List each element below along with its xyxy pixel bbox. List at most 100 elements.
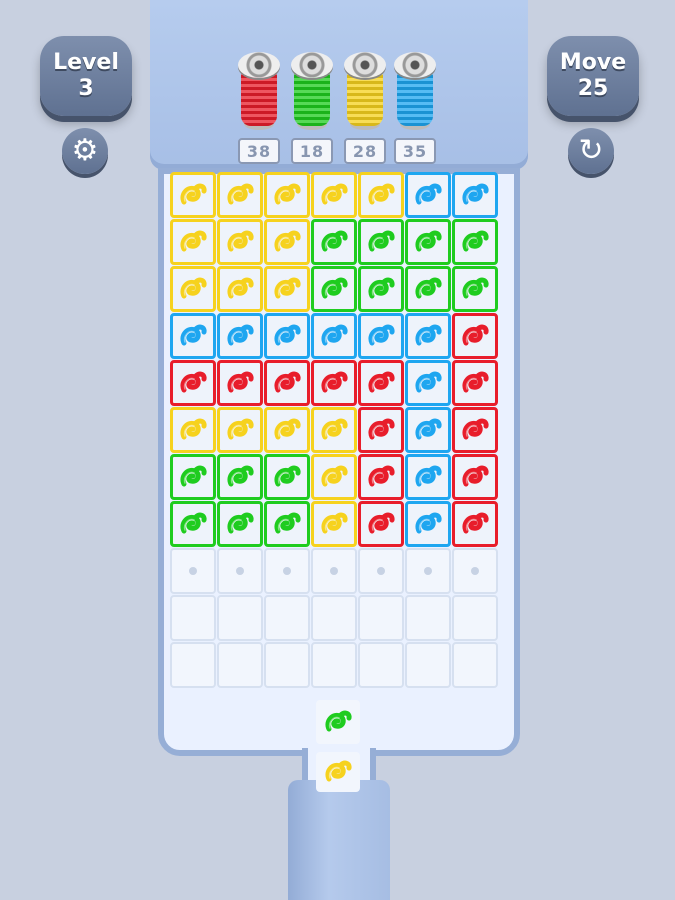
coil-tile-yellow[interactable] (170, 266, 216, 312)
coil-tile-green[interactable] (264, 501, 310, 547)
coil-tile-yellow[interactable] (358, 172, 404, 218)
empty-slot (264, 548, 310, 594)
coil-tile-yellow[interactable] (311, 172, 357, 218)
coil-tile-blue[interactable] (217, 313, 263, 359)
coil-icon (178, 321, 208, 351)
coil-tile-yellow[interactable] (217, 172, 263, 218)
spool-yellow (344, 52, 386, 130)
restart-icon: ↻ (578, 133, 604, 168)
coil-tile-green[interactable] (311, 266, 357, 312)
coil-tile-blue[interactable] (405, 407, 451, 453)
coil-icon (319, 415, 349, 445)
move-value: 25 (577, 76, 609, 101)
coil-tile-yellow[interactable] (217, 219, 263, 265)
coil-tile-yellow[interactable] (170, 172, 216, 218)
empty-slot (170, 548, 216, 594)
coil-tile-green[interactable] (170, 454, 216, 500)
coil-icon (178, 180, 208, 210)
coil-tile-red[interactable] (217, 360, 263, 406)
gear-icon: ⚙ (71, 133, 99, 168)
coil-tile-green[interactable] (264, 454, 310, 500)
coil-icon (225, 274, 255, 304)
move-badge: Move 25 (547, 36, 639, 116)
coil-icon (178, 368, 208, 398)
empty-slot (217, 548, 263, 594)
coil-tile-red[interactable] (264, 360, 310, 406)
coil-icon (413, 462, 443, 492)
coil-tile-blue[interactable] (170, 313, 216, 359)
coil-tile-red[interactable] (358, 360, 404, 406)
coil-tile-blue[interactable] (264, 313, 310, 359)
coil-tile-green[interactable] (452, 266, 498, 312)
coil-tile-green[interactable] (311, 219, 357, 265)
queue-slot-after (316, 752, 360, 792)
coil-icon (413, 321, 443, 351)
coil-icon (413, 180, 443, 210)
spool-green (291, 52, 333, 130)
coil-icon (366, 509, 396, 539)
coil-tile-green[interactable] (170, 501, 216, 547)
coil-icon (319, 509, 349, 539)
coil-icon (225, 368, 255, 398)
coil-tile-blue[interactable] (452, 172, 498, 218)
coil-tile-red[interactable] (311, 360, 357, 406)
queue-slot-next (316, 700, 360, 744)
restart-button[interactable]: ↻ (568, 128, 614, 174)
coil-tile-red[interactable] (358, 454, 404, 500)
coil-tile-green[interactable] (217, 454, 263, 500)
coil-tile-blue[interactable] (405, 360, 451, 406)
coil-tile-red[interactable] (452, 407, 498, 453)
coil-tile-green[interactable] (405, 219, 451, 265)
coil-icon (366, 227, 396, 257)
coil-tile-red[interactable] (452, 501, 498, 547)
coil-tile-green[interactable] (452, 219, 498, 265)
coil-icon (323, 707, 353, 737)
coil-tile-green[interactable] (358, 266, 404, 312)
coil-tile-green[interactable] (358, 219, 404, 265)
coil-icon (323, 757, 353, 787)
coil-tile-yellow[interactable] (264, 407, 310, 453)
empty-slot (170, 595, 216, 641)
empty-slot (452, 595, 498, 641)
coil-tile-yellow[interactable] (264, 172, 310, 218)
coil-icon (178, 462, 208, 492)
coil-icon (460, 321, 490, 351)
empty-slot (170, 642, 216, 688)
settings-button[interactable]: ⚙ (62, 128, 108, 174)
level-label: Level (53, 50, 119, 75)
coil-icon (272, 462, 302, 492)
coil-tile-red[interactable] (170, 360, 216, 406)
coil-tile-yellow[interactable] (311, 407, 357, 453)
coil-icon (225, 227, 255, 257)
coil-grid (170, 172, 498, 688)
coil-tile-blue[interactable] (405, 172, 451, 218)
coil-tile-blue[interactable] (405, 313, 451, 359)
coil-tile-blue[interactable] (358, 313, 404, 359)
coil-icon (272, 227, 302, 257)
spool-red (238, 52, 280, 130)
coil-tile-yellow[interactable] (170, 219, 216, 265)
coil-tile-yellow[interactable] (264, 266, 310, 312)
coil-tile-blue[interactable] (311, 313, 357, 359)
coil-tile-green[interactable] (217, 501, 263, 547)
coil-tile-red[interactable] (452, 313, 498, 359)
coil-tile-red[interactable] (452, 360, 498, 406)
coil-icon (319, 321, 349, 351)
feed-pipe (288, 780, 390, 900)
coil-tile-yellow[interactable] (311, 501, 357, 547)
coil-tile-yellow[interactable] (217, 266, 263, 312)
empty-slot (264, 642, 310, 688)
coil-tile-green[interactable] (405, 266, 451, 312)
coil-tile-blue[interactable] (405, 454, 451, 500)
coil-tile-red[interactable] (452, 454, 498, 500)
coil-tile-blue[interactable] (405, 501, 451, 547)
coil-tile-yellow[interactable] (264, 219, 310, 265)
coil-tile-red[interactable] (358, 407, 404, 453)
coil-tile-yellow[interactable] (170, 407, 216, 453)
coil-tile-yellow[interactable] (217, 407, 263, 453)
coil-tile-yellow[interactable] (311, 454, 357, 500)
empty-slot (264, 595, 310, 641)
spool-counter-yellow: 28 (344, 138, 386, 164)
empty-slot (311, 642, 357, 688)
coil-tile-red[interactable] (358, 501, 404, 547)
